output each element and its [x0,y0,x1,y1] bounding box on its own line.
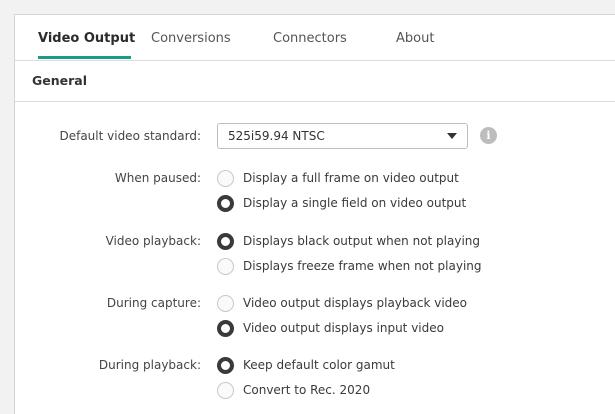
radio-button[interactable] [217,295,234,312]
radio-button[interactable] [217,357,234,374]
radio-button[interactable] [217,320,234,337]
radio-button[interactable] [217,382,234,399]
radio-label: Keep default color gamut [243,358,395,372]
active-tab-indicator [38,56,131,59]
radio-button[interactable] [217,258,234,275]
section-title: General [32,73,87,88]
radio-label: Displays freeze frame when not playing [243,259,482,273]
radio-label: Video output displays input video [243,321,444,335]
during-playback-label: During playback: [98,358,201,372]
tab-connectors[interactable]: Connectors [273,31,347,46]
radio-label: Video output displays playback video [243,296,468,310]
during-capture-label: During capture: [106,296,201,310]
when-paused-label: When paused: [114,171,201,185]
settings-panel: Video Output Conversions Connectors Abou… [14,14,615,414]
info-icon[interactable]: i [480,127,497,144]
tab-about[interactable]: About [396,31,434,46]
tab-bar: Video Output Conversions Connectors Abou… [15,15,615,61]
chevron-down-icon [447,133,457,139]
select-value: 525i59.94 NTSC [228,129,325,143]
radio-label: Display a full frame on video output [243,171,459,185]
radio-label: Convert to Rec. 2020 [243,383,371,397]
tab-video-output[interactable]: Video Output [38,31,135,46]
default-video-standard-select[interactable]: 525i59.94 NTSC [217,123,468,149]
default-video-standard-label: Default video standard: [59,129,201,143]
radio-button[interactable] [217,170,234,187]
video-playback-label: Video playback: [105,234,201,248]
section-divider [15,101,615,102]
radio-label: Display a single field on video output [243,196,467,210]
radio-button[interactable] [217,233,234,250]
radio-button[interactable] [217,195,234,212]
tab-conversions[interactable]: Conversions [151,31,231,46]
radio-label: Displays black output when not playing [243,234,481,248]
